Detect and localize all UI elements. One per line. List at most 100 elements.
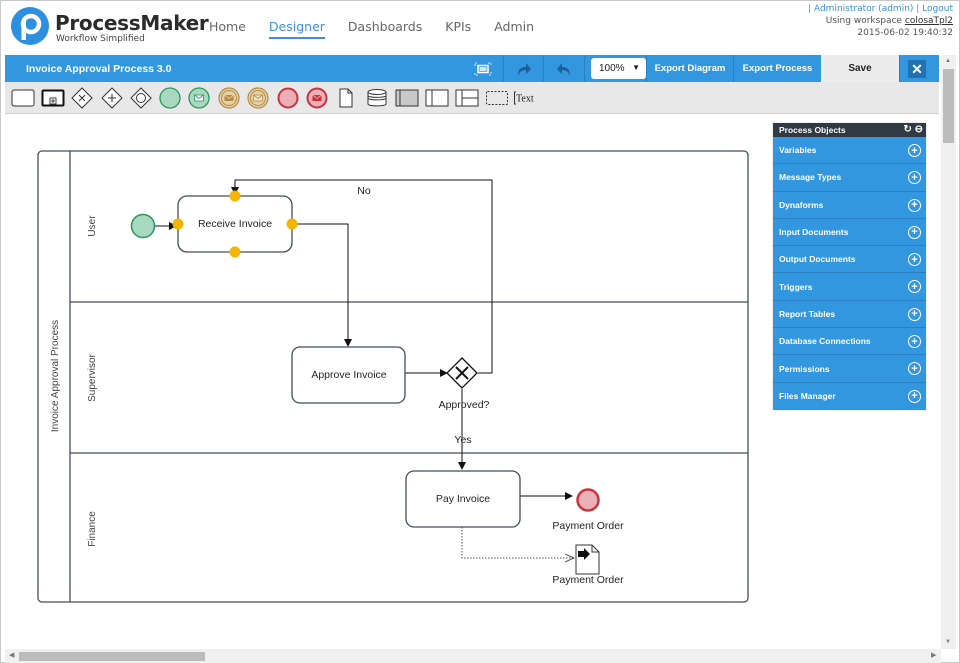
- exclusive-gateway-shape[interactable]: [71, 87, 93, 109]
- logout-link[interactable]: Logout: [922, 4, 953, 14]
- nav-kpis[interactable]: KPIs: [445, 19, 471, 39]
- scroll-left-icon[interactable]: ◀: [9, 651, 14, 659]
- separator: |: [913, 4, 923, 14]
- header: ProcessMaker Workflow Simplified Home De…: [1, 1, 959, 54]
- black-box-pool-shape[interactable]: [395, 87, 419, 109]
- task-shape[interactable]: [11, 87, 35, 109]
- horizontal-scrollbar[interactable]: ◀ ▶: [5, 649, 941, 663]
- refresh-icon[interactable]: ↻: [903, 124, 911, 135]
- add-icon[interactable]: +: [908, 362, 921, 376]
- process-object-database-connections[interactable]: Database Connections +: [773, 328, 926, 356]
- text-annotation-shape[interactable]: Text: [513, 87, 543, 109]
- horizontal-scroll-thumb[interactable]: [19, 652, 205, 661]
- shapes-toolbar: Text: [5, 82, 939, 114]
- add-icon[interactable]: +: [908, 335, 921, 349]
- item-label: Database Connections: [779, 336, 871, 347]
- process-object-permissions[interactable]: Permissions +: [773, 355, 926, 383]
- intermediate-message-catch-shape[interactable]: [218, 87, 240, 109]
- start-message-event-shape[interactable]: [188, 87, 210, 109]
- undo-button[interactable]: [543, 55, 584, 82]
- add-icon[interactable]: +: [908, 144, 921, 157]
- nav-designer[interactable]: Designer: [268, 19, 325, 39]
- group-shape[interactable]: [485, 87, 509, 109]
- sub-process-shape[interactable]: [41, 87, 65, 109]
- user-link[interactable]: Administrator (admin): [814, 4, 913, 14]
- save-button[interactable]: Save: [821, 55, 899, 82]
- zoom-value: 100%: [599, 63, 625, 74]
- process-objects-panel: Process Objects ↻ ⊖ Variables + Message T…: [773, 123, 926, 410]
- start-event[interactable]: [130, 213, 156, 239]
- flow-label-no: No: [357, 185, 371, 197]
- lane-finance[interactable]: Finance: [87, 511, 98, 547]
- close-button[interactable]: ✕: [908, 60, 926, 78]
- data-object-shape[interactable]: [338, 87, 354, 109]
- text-annotation-label: Text: [516, 94, 534, 105]
- connection-handle[interactable]: [229, 246, 241, 258]
- pool-name: Invoice Approval Process: [50, 320, 61, 432]
- scroll-down-icon[interactable]: ▼: [945, 639, 951, 645]
- redo-button[interactable]: [503, 55, 543, 82]
- intermediate-message-throw-shape[interactable]: [247, 87, 269, 109]
- flow-label-yes: Yes: [454, 434, 471, 446]
- end-event-shape[interactable]: [277, 87, 299, 109]
- add-icon[interactable]: +: [908, 225, 921, 239]
- redo-icon: [517, 62, 531, 76]
- processmaker-logo-icon[interactable]: [11, 7, 49, 45]
- add-icon[interactable]: +: [908, 253, 921, 267]
- process-object-variables[interactable]: Variables +: [773, 137, 926, 165]
- collapse-icon[interactable]: ⊖: [915, 124, 923, 135]
- process-objects-header: Process Objects ↻ ⊖: [773, 123, 926, 137]
- process-object-input-documents[interactable]: Input Documents +: [773, 219, 926, 247]
- process-object-dynaforms[interactable]: Dynaforms +: [773, 192, 926, 219]
- fullscreen-button[interactable]: [463, 55, 503, 82]
- item-label: Permissions: [779, 363, 830, 374]
- item-label: Output Documents: [779, 254, 856, 265]
- connection-handle[interactable]: [286, 218, 298, 230]
- add-icon[interactable]: +: [908, 198, 921, 212]
- parallel-gateway-shape[interactable]: [101, 87, 123, 109]
- add-icon[interactable]: +: [908, 171, 921, 185]
- task-approve-invoice[interactable]: Approve Invoice: [291, 346, 406, 404]
- export-diagram-button[interactable]: Export Diagram: [646, 55, 733, 82]
- data-object-label: Payment Order: [552, 574, 624, 586]
- add-icon[interactable]: +: [908, 280, 921, 294]
- inclusive-gateway-shape[interactable]: [130, 87, 152, 109]
- vertical-scroll-thumb[interactable]: [943, 69, 954, 143]
- process-object-message-types[interactable]: Message Types +: [773, 164, 926, 192]
- brand-tagline: Workflow Simplified: [56, 34, 145, 44]
- connection-handle[interactable]: [229, 190, 241, 202]
- lane-shape[interactable]: [455, 87, 479, 109]
- workspace-prefix: Using workspace: [825, 16, 903, 26]
- process-object-report-tables[interactable]: Report Tables +: [773, 301, 926, 329]
- task-label: Approve Invoice: [311, 369, 386, 381]
- connection-handle[interactable]: [172, 218, 184, 230]
- lane-label-finance: Finance: [87, 511, 98, 547]
- close-icon: ✕: [911, 60, 923, 77]
- pool-shape[interactable]: [425, 87, 449, 109]
- process-object-output-documents[interactable]: Output Documents +: [773, 246, 926, 274]
- nav-home[interactable]: Home: [209, 19, 246, 39]
- nav-admin[interactable]: Admin: [494, 19, 534, 39]
- scroll-right-icon[interactable]: ▶: [931, 651, 936, 659]
- add-icon[interactable]: +: [908, 307, 921, 321]
- process-object-triggers[interactable]: Triggers +: [773, 273, 926, 301]
- end-message-event-shape[interactable]: [306, 87, 328, 109]
- add-icon[interactable]: +: [908, 389, 921, 403]
- process-object-files-manager[interactable]: Files Manager +: [773, 383, 926, 410]
- workspace-link[interactable]: colosaTpl2: [905, 16, 953, 26]
- start-event-shape[interactable]: [159, 87, 181, 109]
- item-label: Message Types: [779, 172, 842, 183]
- process-objects-title: Process Objects: [779, 125, 846, 135]
- task-receive-invoice[interactable]: Receive Invoice: [172, 190, 298, 258]
- data-store-shape[interactable]: [366, 87, 388, 109]
- nav-dashboards[interactable]: Dashboards: [348, 19, 422, 39]
- vertical-scrollbar[interactable]: ▲ ▼: [941, 55, 956, 649]
- task-pay-invoice[interactable]: Pay Invoice: [405, 470, 521, 528]
- export-process-button[interactable]: Export Process: [733, 55, 821, 82]
- item-label: Triggers: [779, 281, 813, 292]
- item-label: Dynaforms: [779, 199, 824, 210]
- zoom-select[interactable]: 100% ▼: [591, 58, 646, 79]
- process-title: Invoice Approval Process 3.0: [26, 63, 172, 75]
- scroll-up-icon[interactable]: ▲: [945, 58, 951, 64]
- item-label: Input Documents: [779, 227, 849, 238]
